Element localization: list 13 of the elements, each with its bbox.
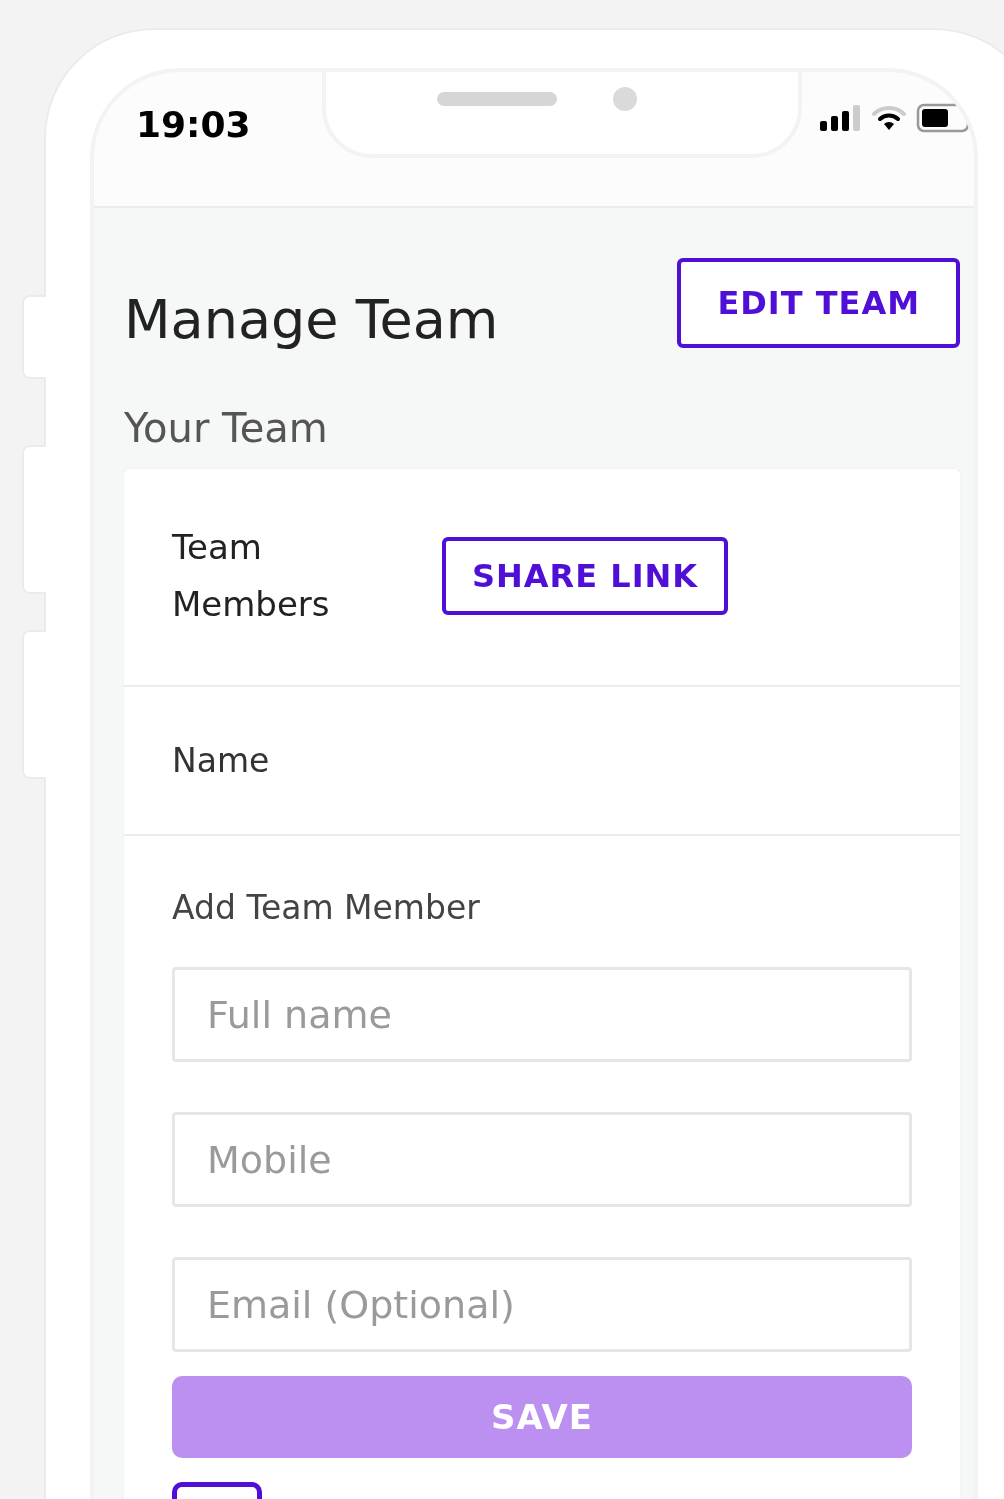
input-field[interactable]: Mobile (172, 1112, 912, 1207)
edit-team-button[interactable]: EDIT TEAM (677, 258, 960, 348)
page-title: Manage Team (124, 288, 499, 351)
input-field[interactable]: Email (Optional) (172, 1257, 912, 1352)
card-heading: Team Members (172, 526, 331, 626)
share-link-button[interactable]: SHARE LINK (442, 537, 729, 615)
input-field[interactable]: Full name (172, 967, 912, 1062)
section-title: Your Team (124, 405, 329, 451)
form-title: Add Team Member (172, 888, 481, 927)
column-header: Name (172, 741, 270, 780)
signal-icon (820, 105, 862, 131)
wifi-icon (872, 105, 906, 131)
status-time: 19:03 (136, 104, 251, 145)
